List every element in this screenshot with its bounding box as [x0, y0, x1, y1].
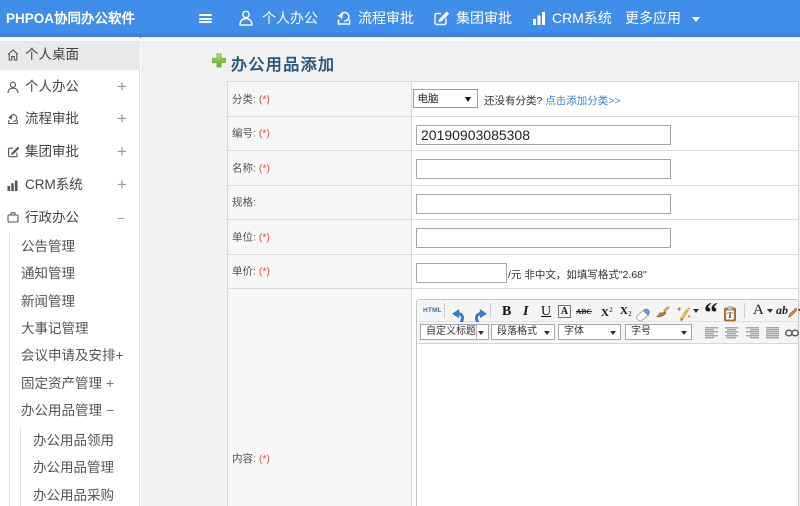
svg-text:T: T — [727, 311, 733, 320]
